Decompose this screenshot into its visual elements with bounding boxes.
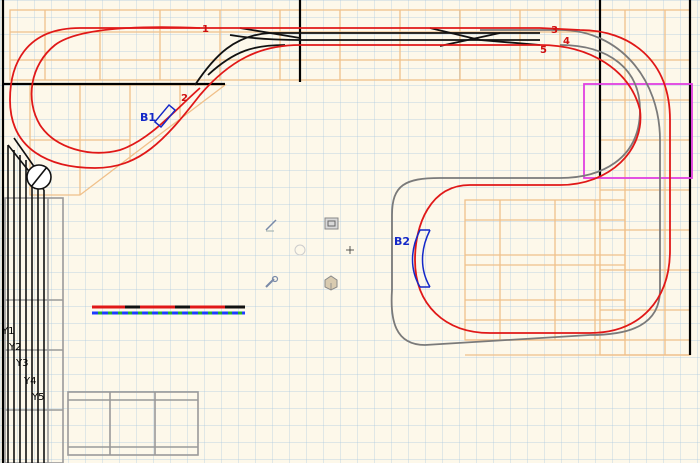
track-label-4: 4 bbox=[563, 36, 570, 47]
track-label-3: 3 bbox=[551, 25, 558, 36]
track-plan[interactable]: B1 B2 1 2 3 4 5 Y1 Y2 Y3 Y4 Y5 bbox=[0, 0, 700, 463]
yard-label-y2: Y2 bbox=[8, 342, 21, 353]
yard-label-y4: Y4 bbox=[23, 376, 36, 387]
svg-text:B2: B2 bbox=[394, 235, 410, 248]
track-label-5: 5 bbox=[540, 45, 547, 56]
yard-label-y3: Y3 bbox=[15, 358, 28, 369]
svg-text:B1: B1 bbox=[140, 111, 156, 124]
layout-canvas[interactable]: B1 B2 1 2 3 4 5 Y1 Y2 Y3 Y4 Y5 bbox=[0, 0, 700, 463]
track-label-2: 2 bbox=[181, 93, 188, 104]
turntable[interactable] bbox=[26, 164, 52, 190]
yard-label-y1: Y1 bbox=[1, 326, 14, 337]
track-label-1: 1 bbox=[202, 24, 209, 35]
block-icon[interactable] bbox=[324, 217, 339, 230]
yard-label-y5: Y5 bbox=[31, 392, 44, 403]
